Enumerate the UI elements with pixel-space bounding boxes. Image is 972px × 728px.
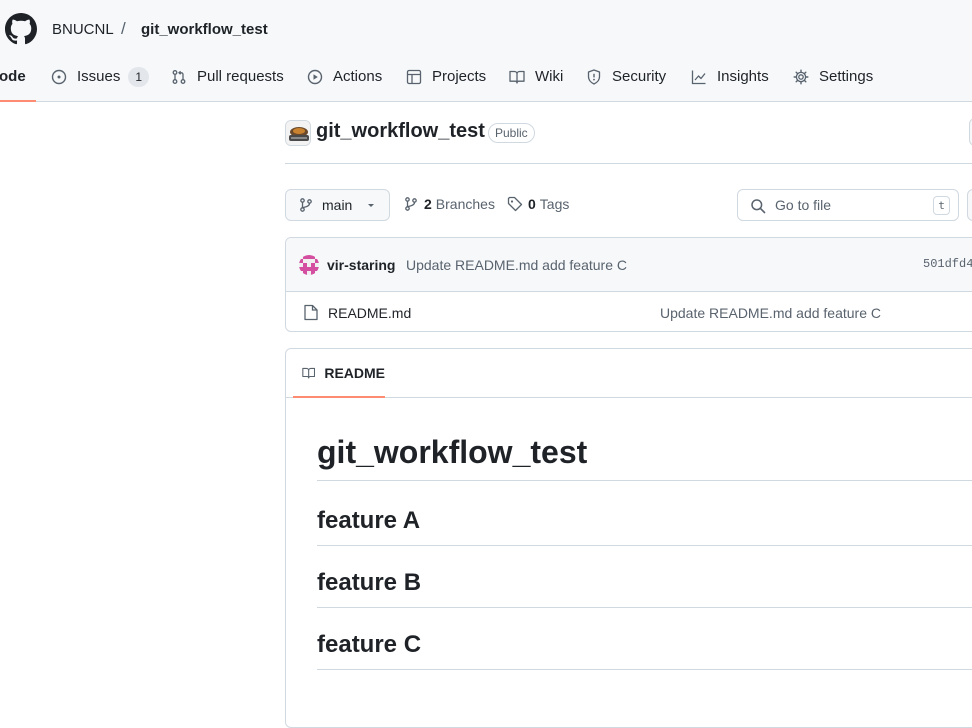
file-row[interactable]: README.md Update README.md add feature C — [286, 292, 972, 331]
commit-sha[interactable]: 501dfd4 — [923, 257, 972, 271]
repo-title[interactable]: git_workflow_test — [316, 120, 485, 143]
file-name[interactable]: README.md — [328, 305, 411, 321]
tab-insights-label: Insights — [717, 68, 769, 85]
tab-issues-label: Issues — [77, 68, 121, 85]
issue-opened-icon — [51, 69, 67, 85]
tab-wiki[interactable]: Wiki — [509, 66, 563, 102]
shield-icon — [587, 69, 601, 85]
tags-count: 0 — [528, 196, 536, 212]
owner-avatar-image — [286, 121, 310, 145]
tab-insights[interactable]: Insights — [691, 66, 769, 102]
commit-author[interactable]: vir-staring — [327, 257, 395, 273]
file-list: vir-staring Update README.md add feature… — [285, 237, 972, 332]
tags-link[interactable]: 0 Tags — [507, 196, 569, 212]
graph-icon — [691, 70, 706, 85]
tab-issues[interactable]: Issues 1 — [51, 66, 150, 102]
breadcrumb-repo[interactable]: git_workflow_test — [141, 21, 268, 38]
book-icon — [302, 367, 316, 379]
repo-header: BNUCNL / git_workflow_test ode Issues 1 … — [0, 0, 972, 102]
github-logo-icon[interactable] — [5, 13, 37, 45]
tab-security[interactable]: Security — [586, 66, 666, 102]
keyboard-shortcut-hint: t — [933, 196, 950, 215]
tab-actions-label: Actions — [333, 68, 383, 85]
tag-icon — [507, 196, 523, 212]
tab-wiki-label: Wiki — [535, 68, 564, 85]
branches-count: 2 — [424, 196, 432, 212]
readme-tab[interactable]: README — [293, 349, 385, 398]
file-icon — [304, 304, 318, 321]
add-file-button-cut-off[interactable] — [967, 189, 972, 221]
play-icon — [307, 69, 323, 85]
title-divider — [285, 163, 972, 164]
commit-message[interactable]: Update README.md add feature C — [406, 257, 627, 273]
readme-panel: README git_workflow_test feature A featu… — [285, 348, 972, 728]
book-icon — [509, 70, 525, 84]
branch-name: main — [322, 197, 353, 213]
search-placeholder: Go to file — [775, 197, 832, 213]
tab-pull-requests-label: Pull requests — [197, 68, 284, 85]
branches-link[interactable]: 2 Branches — [403, 196, 495, 212]
repo-owner-avatar[interactable] — [285, 120, 311, 146]
tab-security-label: Security — [612, 68, 667, 85]
identicon-image — [299, 255, 319, 275]
file-last-commit-message[interactable]: Update README.md add feature C — [660, 305, 881, 321]
tab-projects-label: Projects — [432, 68, 487, 85]
readme-heading-feature-a: feature A — [317, 507, 972, 546]
readme-title: git_workflow_test — [317, 434, 972, 481]
git-pull-request-icon — [172, 70, 186, 84]
visibility-badge: Public — [488, 123, 535, 143]
readme-heading-feature-c: feature C — [317, 631, 972, 670]
tags-label: Tags — [539, 196, 570, 212]
branch-selector-button[interactable]: main — [285, 189, 390, 221]
tab-settings-label: Settings — [819, 68, 874, 85]
git-branch-icon — [300, 198, 312, 212]
tab-code-label: ode — [0, 68, 26, 85]
tab-code[interactable]: ode — [0, 66, 36, 102]
latest-commit-row: vir-staring Update README.md add feature… — [286, 238, 972, 292]
readme-tab-label: README — [324, 364, 385, 381]
breadcrumb-separator: / — [121, 19, 126, 38]
caret-down-icon — [368, 204, 375, 207]
readme-heading-feature-b: feature B — [317, 569, 972, 608]
gear-icon — [793, 69, 809, 85]
branches-label: Branches — [435, 196, 495, 212]
search-icon — [751, 199, 766, 214]
git-branch-icon — [405, 197, 417, 211]
tab-projects[interactable]: Projects — [406, 66, 486, 102]
readme-header: README — [286, 349, 972, 398]
tab-actions[interactable]: Actions — [307, 66, 382, 102]
tab-settings[interactable]: Settings — [793, 66, 873, 102]
issues-count-badge: 1 — [128, 67, 150, 87]
go-to-file-search[interactable]: Go to file t — [737, 189, 959, 221]
breadcrumb-owner[interactable]: BNUCNL — [52, 21, 114, 38]
table-icon — [406, 69, 422, 85]
commit-author-avatar[interactable] — [299, 255, 319, 275]
tab-pull-requests[interactable]: Pull requests — [171, 66, 284, 102]
